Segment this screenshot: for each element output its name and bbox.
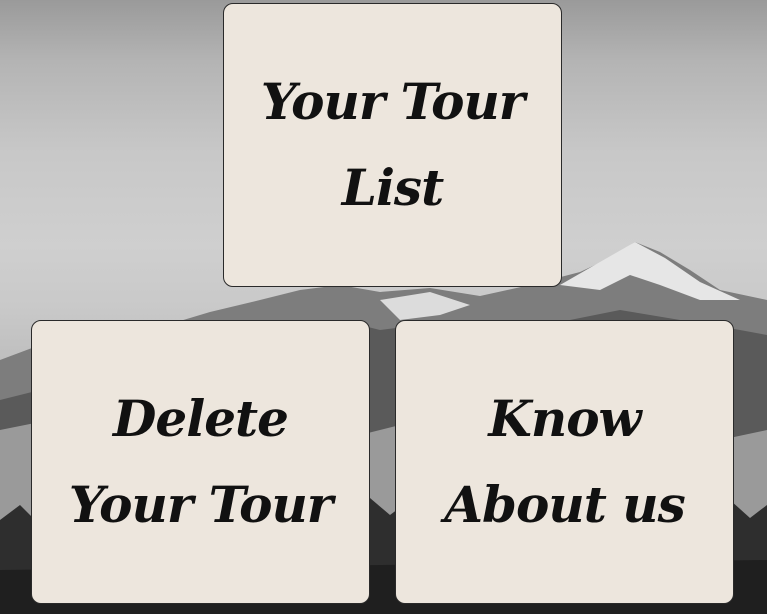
your-tour-list-line1: Your Tour [260, 72, 525, 131]
know-about-us-button[interactable]: Know About us [395, 320, 734, 604]
your-tour-list-button[interactable]: Your Tour List [223, 3, 562, 287]
your-tour-list-line2: List [341, 158, 444, 217]
know-about-us-line1: Know [488, 389, 641, 448]
delete-your-tour-label: Delete Your Tour [68, 376, 333, 548]
delete-your-tour-line2: Your Tour [68, 475, 333, 534]
know-about-us-line2: About us [444, 475, 685, 534]
know-about-us-label: Know About us [444, 376, 685, 548]
your-tour-list-label: Your Tour List [260, 59, 525, 231]
delete-your-tour-button[interactable]: Delete Your Tour [31, 320, 370, 604]
delete-your-tour-line1: Delete [113, 389, 289, 448]
